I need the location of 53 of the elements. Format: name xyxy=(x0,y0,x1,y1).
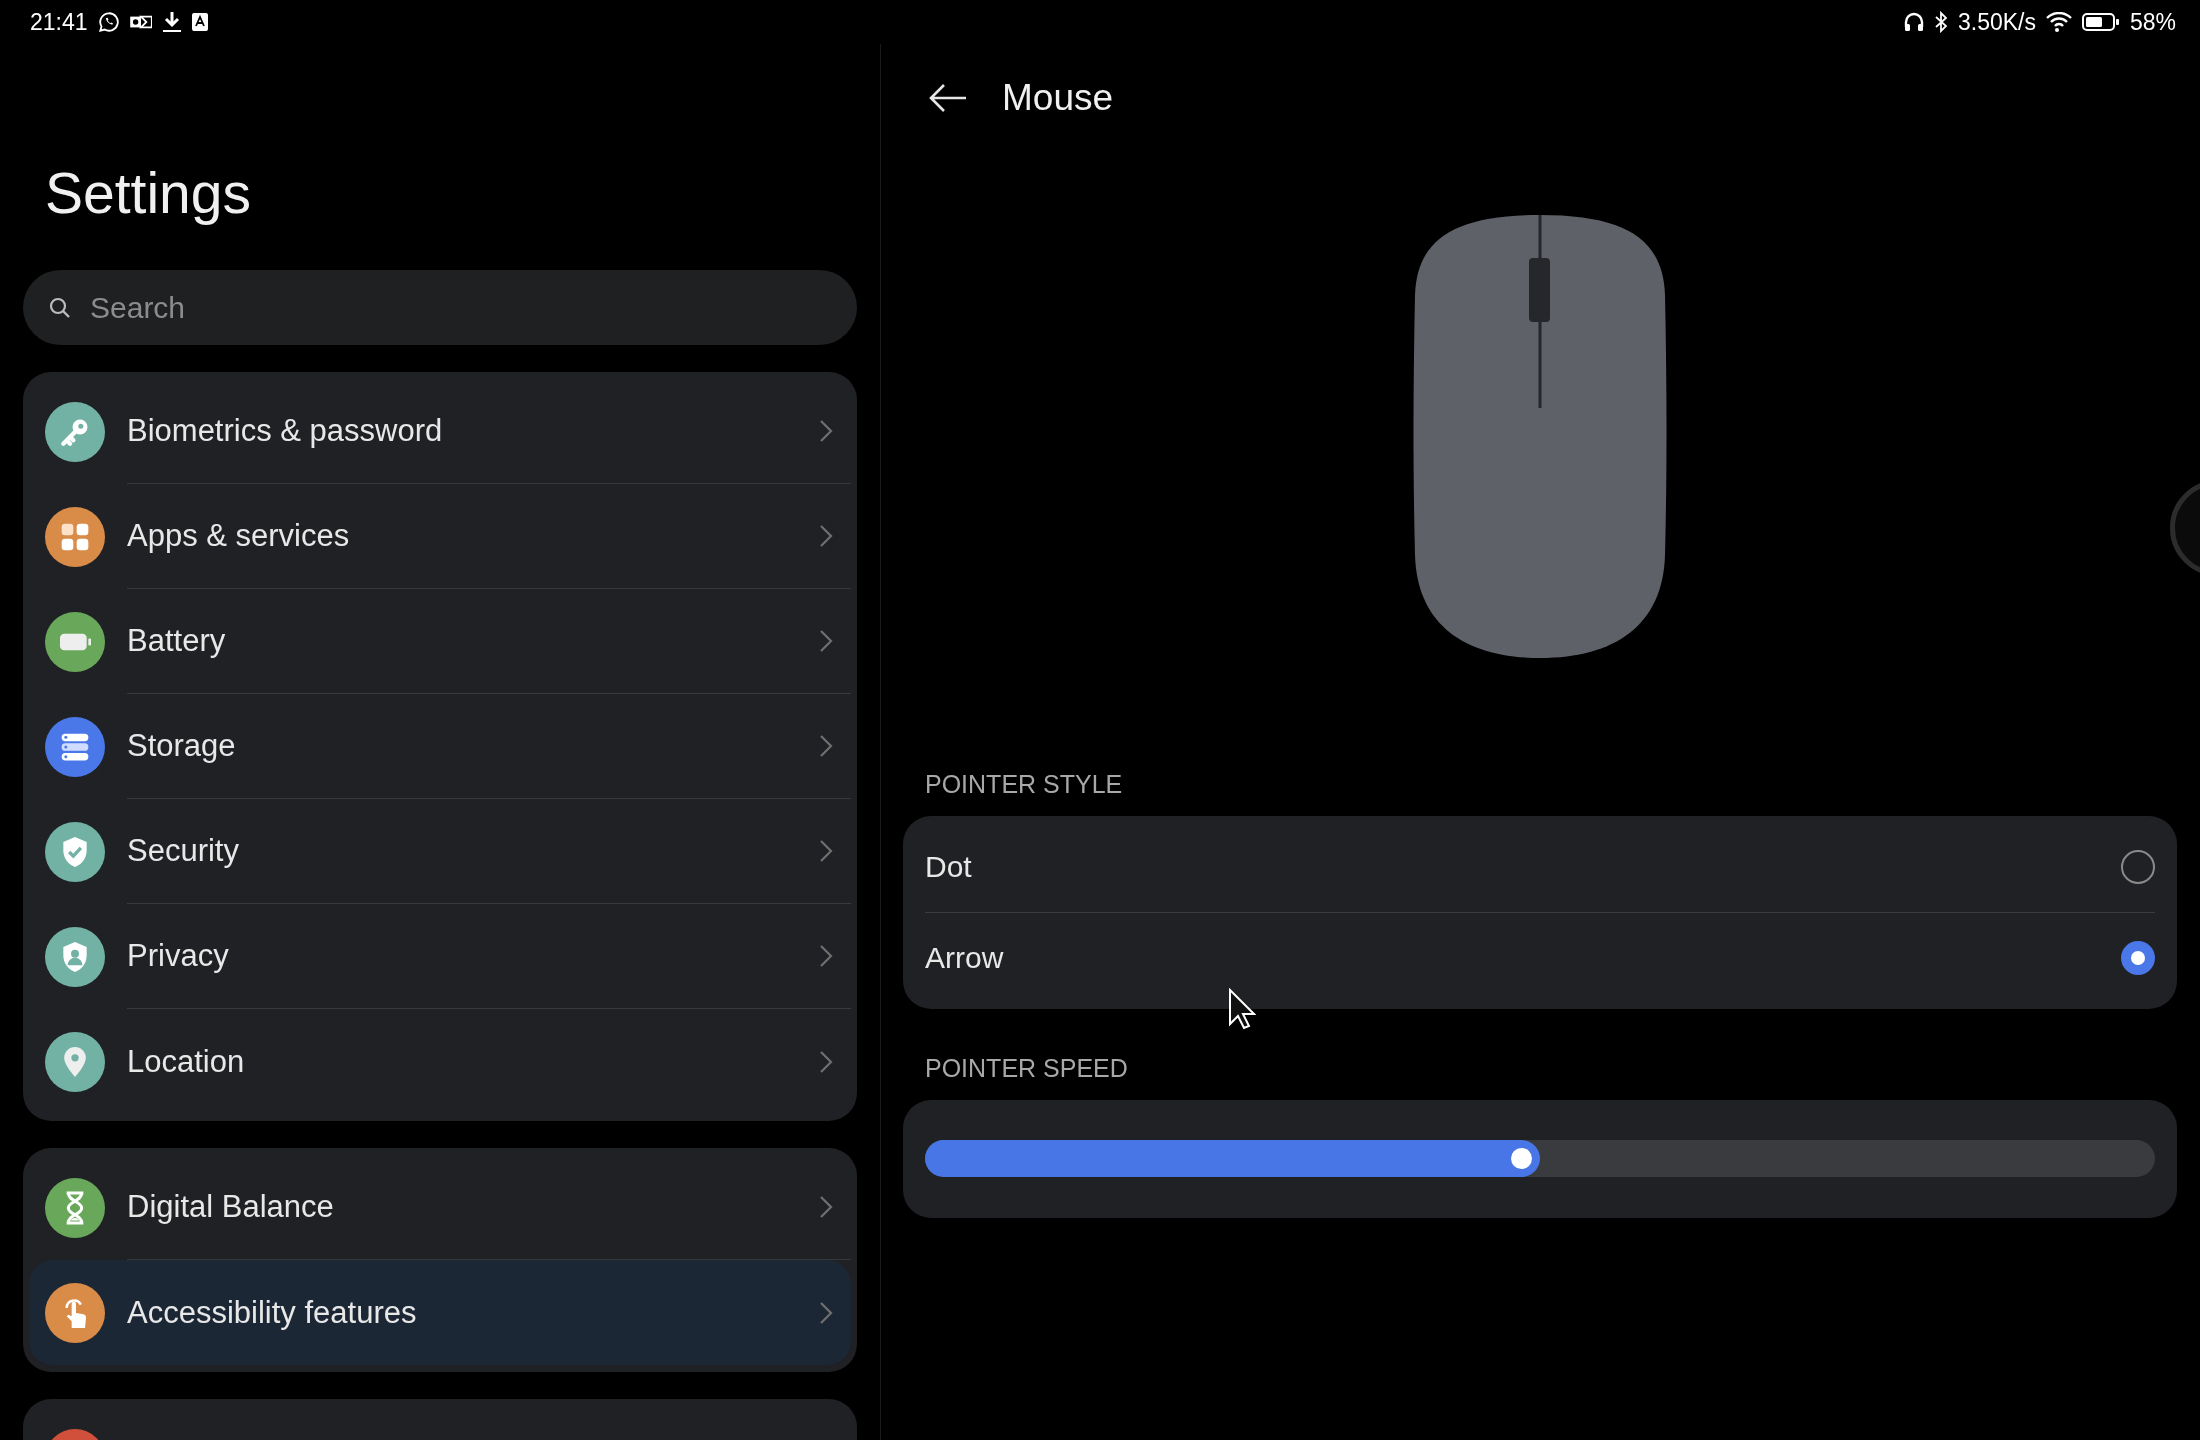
radio-button[interactable] xyxy=(2121,941,2155,975)
speed-slider-track[interactable] xyxy=(925,1140,2155,1177)
page-title: Settings xyxy=(44,160,252,224)
chevron-right-icon xyxy=(819,524,833,548)
page-title: Mouse xyxy=(1002,77,1114,119)
setting-label: Digital Balance xyxy=(127,1189,334,1225)
mouse-pointer-icon xyxy=(1228,988,1256,1030)
option-label: Dot xyxy=(925,850,972,884)
settings-row[interactable]: Privacy xyxy=(29,904,851,1009)
network-speed: 3.50K/s xyxy=(1957,8,2036,36)
headphones-icon xyxy=(1903,12,1924,32)
chevron-right-icon xyxy=(819,419,833,443)
settings-row[interactable]: Biometrics & password xyxy=(29,379,851,484)
option-label: Arrow xyxy=(925,941,1004,975)
setting-label: Privacy xyxy=(127,938,229,974)
speed-slider-fill[interactable] xyxy=(925,1140,1540,1177)
chevron-right-icon xyxy=(819,944,833,968)
chat-bubble-icon xyxy=(97,11,120,33)
setting-label: Security xyxy=(127,833,239,869)
chevron-right-icon xyxy=(819,629,833,653)
battery-percentage: 58% xyxy=(2129,8,2176,36)
back-arrow-icon[interactable] xyxy=(928,82,968,114)
chevron-right-icon xyxy=(819,1300,833,1325)
setting-label: Location xyxy=(127,1043,245,1080)
chevron-right-icon xyxy=(819,1195,833,1219)
settings-row[interactable]: Storage xyxy=(29,694,851,799)
bluetooth-icon xyxy=(1933,11,1948,33)
chevron-right-icon xyxy=(819,1049,833,1074)
search-icon xyxy=(49,297,71,319)
chevron-right-icon xyxy=(819,839,833,863)
radio-option[interactable]: Dot xyxy=(925,822,2155,913)
clock-time: 21:41 xyxy=(30,8,88,36)
chevron-right-icon xyxy=(819,734,833,758)
radio-option[interactable]: Arrow xyxy=(925,913,2155,1003)
settings-row[interactable]: Location xyxy=(29,1009,851,1114)
search-field[interactable]: Search xyxy=(23,270,857,345)
battery-icon xyxy=(2081,12,2120,32)
setting-label: Battery xyxy=(127,623,226,659)
setting-label: Accessibility features xyxy=(127,1294,417,1331)
settings-row[interactable]: Accessibility features xyxy=(29,1260,851,1365)
wifi-icon xyxy=(2045,12,2072,32)
square-letter-icon xyxy=(191,13,208,31)
settings-row[interactable]: Apps & services xyxy=(29,484,851,589)
section-heading: POINTER STYLE xyxy=(924,769,1124,800)
setting-label: Apps & services xyxy=(127,518,350,554)
setting-label: Storage xyxy=(127,728,236,764)
section-heading: POINTER SPEED xyxy=(924,1053,1129,1084)
settings-row[interactable]: Security xyxy=(29,799,851,904)
radio-button[interactable] xyxy=(2121,850,2155,884)
download-icon xyxy=(161,11,182,33)
mail-icon xyxy=(129,13,152,31)
settings-row[interactable]: Battery xyxy=(29,589,851,694)
setting-label: Biometrics & password xyxy=(127,413,443,449)
